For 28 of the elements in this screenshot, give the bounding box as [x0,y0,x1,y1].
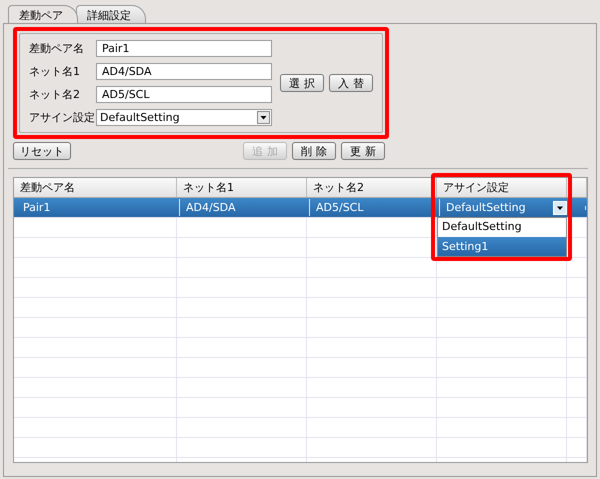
column-header: ネット名2 [307,178,437,197]
tab[interactable]: 差動ペア [8,5,78,23]
input-field[interactable]: AD5/SCL [96,86,272,103]
field-label: 差動ペア名 [29,41,85,56]
tab[interactable]: 詳細設定 [76,5,146,23]
table-cell: DefaultSetting [446,201,526,214]
dropdown-field[interactable]: DefaultSetting [96,109,272,126]
dropdown-option[interactable]: DefaultSetting [438,218,566,237]
button[interactable]: 更新 [341,142,385,160]
table-row[interactable]: Pair1 AD4/SDA AD5/SCL DefaultSetting [14,198,587,218]
reset-button[interactable]: リセット [13,142,71,160]
button[interactable]: 削除 [292,142,336,160]
table-cell: AD4/SDA [186,201,236,214]
button[interactable]: 入替 [329,74,373,92]
button[interactable]: 選択 [280,74,324,92]
field-label: アサイン設定 [29,110,96,125]
caret-icon[interactable] [553,200,567,214]
column-header: 差動ペア名 [14,178,177,197]
table-cell: AD5/SCL [316,201,364,214]
dropdown-option[interactable]: Setting1 [438,237,566,256]
caret-icon [257,111,270,124]
column-header: アサイン設定 [437,178,567,197]
table-cell: Pair1 [23,201,50,214]
field-label: ネット名1 [29,64,81,79]
column-header: ネット名1 [177,178,307,197]
input-field[interactable]: AD4/SDA [96,63,272,80]
input-field[interactable]: Pair1 [96,40,272,57]
field-label: ネット名2 [29,87,81,102]
